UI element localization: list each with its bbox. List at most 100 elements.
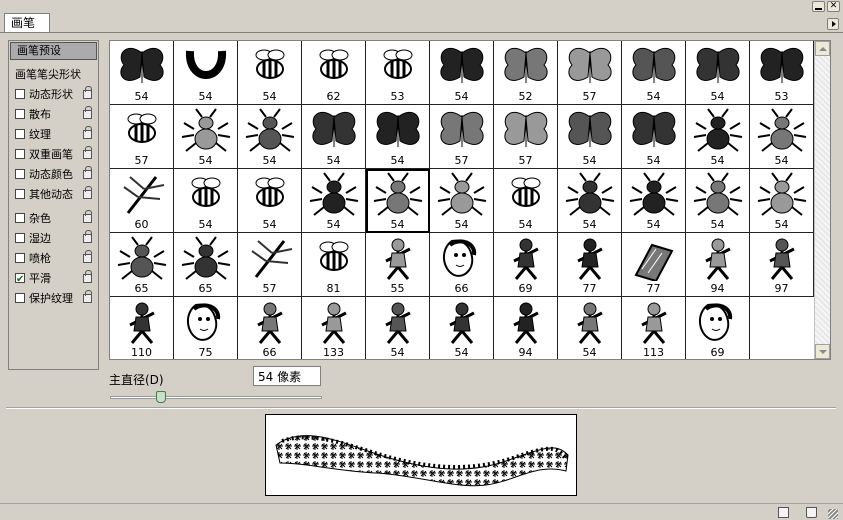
brush-preset-cell[interactable]: 94 [494, 297, 558, 359]
brush-preset-cell[interactable]: 54 [238, 105, 302, 169]
brush-preset-cell[interactable]: 66 [238, 297, 302, 359]
resize-grip-icon[interactable] [828, 509, 838, 519]
brush-tip-shape-item[interactable]: 画笔笔尖形状 [9, 65, 98, 85]
brush-preset-cell[interactable]: 55 [366, 233, 430, 297]
brush-preset-cell[interactable]: 54 [174, 169, 238, 233]
brush-preset-cell[interactable]: 54 [110, 41, 174, 105]
brush-option-item[interactable]: 湿边 [9, 229, 98, 249]
option-checkbox[interactable] [15, 169, 25, 179]
brush-preset-cell[interactable]: 54 [686, 41, 750, 105]
brush-option-item[interactable]: 喷枪 [9, 249, 98, 269]
brush-preset-cell[interactable]: 57 [558, 41, 622, 105]
brush-preset-cell[interactable]: 54 [622, 41, 686, 105]
panel-menu-button[interactable] [827, 18, 839, 30]
grid-scrollbar[interactable] [814, 41, 830, 359]
brush-preset-cell[interactable]: 54 [494, 169, 558, 233]
option-checkbox[interactable] [15, 293, 25, 303]
lock-icon[interactable] [83, 230, 92, 243]
brush-preset-cell[interactable]: 65 [174, 233, 238, 297]
brush-option-item[interactable]: 平滑 [9, 269, 98, 290]
brush-option-item[interactable]: 动态形状 [9, 85, 98, 105]
lock-icon[interactable] [83, 270, 92, 283]
brush-preset-cell[interactable]: 94 [686, 233, 750, 297]
option-checkbox[interactable] [15, 129, 25, 139]
brush-preset-cell[interactable]: 54 [430, 41, 494, 105]
option-checkbox[interactable] [15, 149, 25, 159]
lock-icon[interactable] [83, 250, 92, 263]
brush-preset-cell[interactable]: 69 [494, 233, 558, 297]
brush-option-item[interactable]: 保护纹理 [9, 289, 98, 309]
brush-preset-cell[interactable]: 53 [750, 41, 814, 105]
brush-preset-cell[interactable]: 110 [110, 297, 174, 359]
brush-preset-cell[interactable]: 77 [558, 233, 622, 297]
brush-preset-cell[interactable]: 54 [430, 169, 494, 233]
brush-preset-cell[interactable]: 54 [302, 105, 366, 169]
lock-icon[interactable] [83, 146, 92, 159]
brush-presets-item[interactable]: 画笔预设 [10, 42, 97, 60]
option-checkbox[interactable] [15, 253, 25, 263]
brush-preset-cell[interactable]: 54 [558, 169, 622, 233]
brush-preset-cell[interactable]: 57 [110, 105, 174, 169]
diameter-slider-track[interactable] [110, 396, 322, 399]
brush-preset-cell[interactable]: 57 [494, 105, 558, 169]
lock-icon[interactable] [83, 86, 92, 99]
brush-preset-cell[interactable]: 54 [430, 297, 494, 359]
brush-preset-cell[interactable]: 113 [622, 297, 686, 359]
lock-icon[interactable] [83, 106, 92, 119]
diameter-input[interactable] [253, 366, 321, 386]
minimize-button[interactable] [812, 1, 825, 12]
brush-preset-cell[interactable]: 97 [750, 233, 814, 297]
brush-preset-cell[interactable]: 53 [366, 41, 430, 105]
brush-preset-cell[interactable]: 54 [686, 169, 750, 233]
brush-preset-cell[interactable]: 54 [750, 105, 814, 169]
new-preset-icon[interactable] [778, 507, 789, 518]
brush-preset-cell[interactable]: 54 [174, 41, 238, 105]
brush-preset-cell[interactable]: 81 [302, 233, 366, 297]
brush-preset-cell[interactable]: 65 [110, 233, 174, 297]
brush-preset-cell[interactable]: 54 [302, 169, 366, 233]
option-checkbox[interactable] [15, 270, 25, 290]
diameter-slider-thumb[interactable] [155, 391, 166, 403]
brush-preset-cell[interactable]: 75 [174, 297, 238, 359]
brush-preset-cell[interactable]: 54 [622, 169, 686, 233]
brush-preset-cell[interactable]: 77 [622, 233, 686, 297]
brush-preset-cell[interactable]: 69 [686, 297, 750, 359]
lock-icon[interactable] [83, 186, 92, 199]
brush-preset-cell[interactable]: 54 [238, 169, 302, 233]
brush-preset-cell[interactable]: 52 [494, 41, 558, 105]
brush-preset-cell[interactable]: 57 [238, 233, 302, 297]
option-checkbox[interactable] [15, 213, 25, 223]
lock-icon[interactable] [83, 126, 92, 139]
option-checkbox[interactable] [15, 233, 25, 243]
tab-brushes[interactable]: 画笔 [4, 13, 50, 33]
brush-preset-cell[interactable]: 54 [622, 105, 686, 169]
lock-icon[interactable] [83, 210, 92, 223]
brush-preset-cell[interactable]: 62 [302, 41, 366, 105]
brush-preset-cell[interactable]: 54 [750, 169, 814, 233]
brush-preset-cell[interactable]: 57 [430, 105, 494, 169]
brush-preset-cell[interactable]: 54 [558, 105, 622, 169]
brush-preset-cell[interactable]: 133 [302, 297, 366, 359]
option-checkbox[interactable] [15, 189, 25, 199]
brush-preset-cell[interactable]: 54 [366, 169, 430, 233]
brush-option-item[interactable]: 散布 [9, 105, 98, 125]
brush-preset-cell[interactable]: 54 [686, 105, 750, 169]
brush-preset-cell[interactable]: 66 [430, 233, 494, 297]
brush-option-item[interactable]: 杂色 [9, 209, 98, 229]
scroll-up-arrow-icon[interactable] [815, 41, 830, 56]
brush-preset-cell[interactable]: 54 [366, 105, 430, 169]
scroll-down-arrow-icon[interactable] [815, 344, 830, 359]
option-checkbox[interactable] [15, 109, 25, 119]
brush-preset-cell[interactable]: 60 [110, 169, 174, 233]
brush-option-item[interactable]: 纹理 [9, 125, 98, 145]
brush-preset-cell[interactable]: 54 [558, 297, 622, 359]
brush-option-item[interactable]: 动态颜色 [9, 165, 98, 185]
brush-option-item[interactable]: 其他动态 [9, 185, 98, 205]
trash-icon[interactable] [806, 507, 817, 518]
lock-icon[interactable] [83, 290, 92, 303]
close-button[interactable]: ✕ [827, 1, 840, 12]
brush-preset-cell[interactable]: 54 [366, 297, 430, 359]
brush-preset-cell[interactable]: 54 [238, 41, 302, 105]
brush-preset-cell[interactable]: 54 [174, 105, 238, 169]
option-checkbox[interactable] [15, 89, 25, 99]
